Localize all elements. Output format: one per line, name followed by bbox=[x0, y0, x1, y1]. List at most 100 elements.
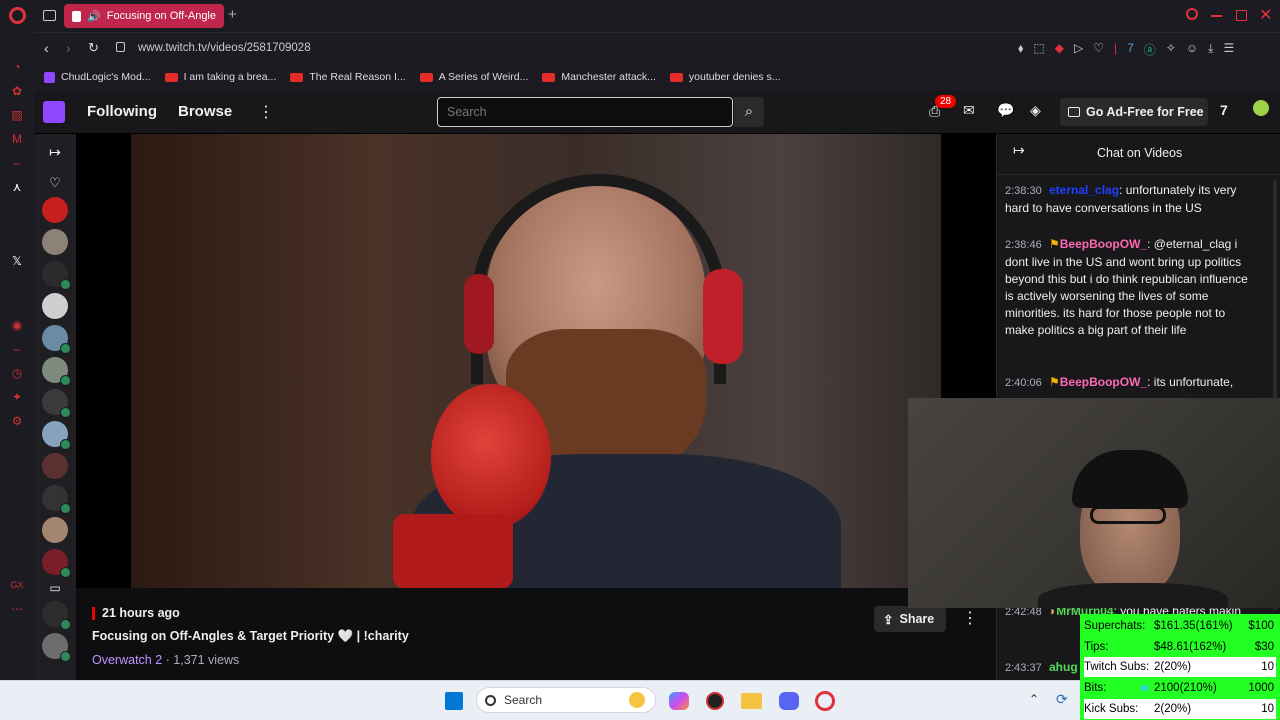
more-icon[interactable]: ⋯ bbox=[10, 602, 24, 616]
crypto-wallet-icon[interactable]: ▧ bbox=[10, 108, 24, 122]
channel-avatar[interactable] bbox=[42, 453, 68, 479]
gx-icon[interactable]: GX bbox=[10, 578, 24, 592]
channel-avatar[interactable] bbox=[42, 601, 71, 630]
channel-avatar[interactable] bbox=[42, 389, 71, 418]
download-icon[interactable]: ⤓ bbox=[1208, 41, 1213, 58]
arc-icon[interactable]: ⋏ bbox=[10, 180, 24, 194]
bookmark-item[interactable]: I am taking a brea... bbox=[164, 71, 276, 83]
bookmark-item[interactable]: ChudLogic's Mod... bbox=[44, 71, 151, 83]
search-button[interactable]: ⌕ bbox=[734, 97, 764, 127]
channel-avatar[interactable] bbox=[42, 229, 68, 255]
channel-avatar[interactable] bbox=[42, 549, 71, 578]
video-age: 21 hours ago bbox=[102, 606, 180, 620]
twitch-logo-icon[interactable] bbox=[43, 101, 65, 123]
video-camera-icon[interactable]: ▭ bbox=[49, 581, 60, 595]
reload-icon[interactable]: ↻ bbox=[88, 40, 99, 56]
tray-app-icon[interactable]: ⟳ bbox=[1056, 691, 1068, 708]
bookmark-item[interactable]: The Real Reason I... bbox=[290, 71, 406, 83]
windows-start-icon[interactable] bbox=[445, 692, 463, 710]
more-vertical-icon[interactable]: ⋮ bbox=[258, 102, 274, 122]
prime-icon[interactable]: ◈ bbox=[1030, 102, 1041, 119]
chat-username[interactable]: eternal_clag bbox=[1049, 183, 1119, 197]
copilot-icon[interactable] bbox=[669, 692, 689, 710]
channel-avatar[interactable] bbox=[42, 633, 71, 662]
extensions-icon[interactable]: ✦ bbox=[10, 390, 24, 404]
user-avatar[interactable] bbox=[1253, 100, 1269, 116]
collapse-chat-icon[interactable]: ↦ bbox=[1013, 142, 1025, 159]
play-icon[interactable]: ▷ bbox=[1074, 41, 1083, 58]
app-icon[interactable] bbox=[706, 692, 724, 710]
file-explorer-icon[interactable] bbox=[741, 693, 762, 709]
opera-logo-icon[interactable] bbox=[9, 7, 26, 24]
following-heart-icon[interactable]: ♡ bbox=[49, 175, 61, 191]
nav-following[interactable]: Following bbox=[87, 103, 157, 120]
chat-username[interactable]: ahug bbox=[1049, 660, 1078, 674]
goal-amount: 2(20%) bbox=[1154, 703, 1192, 715]
pin-icon[interactable]: ⬧ bbox=[1018, 41, 1023, 58]
tab-manager-icon[interactable] bbox=[43, 10, 56, 21]
go-ad-free-button[interactable]: Go Ad-Free for Free bbox=[1060, 98, 1208, 126]
speed-dial-icon[interactable]: ◔ bbox=[10, 60, 24, 74]
game-link[interactable]: Overwatch 2 bbox=[92, 653, 162, 667]
more-vertical-icon[interactable]: ⋮ bbox=[962, 608, 978, 628]
shield-icon[interactable]: ◆ bbox=[1055, 41, 1064, 58]
tray-chevron-icon[interactable]: ⌃ bbox=[1029, 692, 1039, 706]
speaker-icon[interactable]: 🔊 bbox=[87, 10, 101, 23]
expand-sidebar-icon[interactable]: ↦ bbox=[49, 144, 61, 161]
video-player[interactable] bbox=[76, 134, 996, 588]
channel-avatar[interactable] bbox=[42, 261, 71, 290]
tab-title: Focusing on Off-Angle bbox=[106, 10, 216, 22]
channel-avatar[interactable] bbox=[42, 197, 68, 223]
gmail-icon[interactable]: M bbox=[10, 132, 24, 146]
search-icon[interactable] bbox=[1186, 8, 1198, 20]
chat-username[interactable]: BeepBoopOW_ bbox=[1060, 237, 1147, 251]
back-icon[interactable]: ‹ bbox=[44, 40, 49, 56]
live-icon bbox=[60, 567, 71, 578]
bookmark-item[interactable]: youtuber denies s... bbox=[669, 71, 781, 83]
profile-icon[interactable]: ☺ bbox=[1186, 41, 1198, 58]
twitter-x-icon[interactable]: 𝕏 bbox=[10, 254, 24, 268]
webcam-hat bbox=[1072, 450, 1188, 508]
minimize-button[interactable] bbox=[1211, 15, 1222, 17]
goal-row: Twitch Subs: 2(20%) 10 bbox=[1084, 657, 1276, 677]
twitch-side-nav: ↦ ♡ ▭ bbox=[34, 134, 76, 680]
settings-icon[interactable]: ⚙ bbox=[10, 414, 24, 428]
bookmark-item[interactable]: Manchester attack... bbox=[542, 71, 656, 83]
chat-username[interactable]: BeepBoopOW_ bbox=[1060, 375, 1147, 389]
channel-avatar[interactable] bbox=[42, 357, 71, 386]
heart-icon[interactable]: ♡ bbox=[1093, 41, 1104, 58]
whispers-icon[interactable]: 💬 bbox=[997, 102, 1014, 119]
new-tab-button[interactable]: + bbox=[228, 6, 237, 23]
account-a-icon[interactable]: ⓐ bbox=[1144, 41, 1156, 58]
browser-tab-active[interactable]: 🔊 Focusing on Off-Angle bbox=[64, 4, 224, 28]
player-icon[interactable]: ◉ bbox=[10, 318, 24, 332]
video-info: 21 hours ago Focusing on Off-Angles & Ta… bbox=[76, 588, 996, 680]
discord-icon[interactable] bbox=[779, 692, 799, 710]
seven-tv-icon[interactable]: 7 bbox=[1220, 102, 1228, 118]
microphone bbox=[431, 384, 551, 529]
history-icon[interactable]: ◷ bbox=[10, 366, 24, 380]
mail-icon[interactable]: ✉ bbox=[963, 102, 975, 119]
channel-avatar[interactable] bbox=[42, 517, 68, 543]
maximize-button[interactable] bbox=[1236, 10, 1247, 21]
extensions-icon[interactable]: ✧ bbox=[1166, 41, 1176, 58]
snapshot-icon[interactable]: ⬚ bbox=[1033, 41, 1044, 58]
taskbar-search[interactable]: Search bbox=[476, 687, 656, 713]
url-field[interactable]: www.twitch.tv/videos/2581709028 bbox=[138, 42, 311, 54]
channel-avatar[interactable] bbox=[42, 421, 71, 450]
bookmark-item[interactable]: A Series of Weird... bbox=[419, 71, 528, 83]
forward-icon[interactable]: › bbox=[66, 40, 71, 56]
search-input[interactable] bbox=[437, 97, 733, 127]
channel-avatar[interactable] bbox=[42, 293, 68, 319]
seven-tv-icon[interactable]: 7 bbox=[1127, 41, 1134, 58]
nav-browse[interactable]: Browse bbox=[178, 103, 232, 120]
share-button[interactable]: ⇪ Share bbox=[874, 606, 946, 632]
aria-icon[interactable]: ✿ bbox=[10, 84, 24, 98]
channel-avatar[interactable] bbox=[42, 325, 71, 354]
opera-taskbar-icon[interactable] bbox=[815, 691, 835, 711]
channel-avatar[interactable] bbox=[42, 485, 71, 514]
live-indicator-bar bbox=[92, 607, 95, 620]
twitch-favicon-icon bbox=[44, 71, 55, 83]
menu-icon[interactable]: ☰ bbox=[1223, 41, 1234, 58]
close-button[interactable]: ✕ bbox=[1259, 5, 1272, 25]
